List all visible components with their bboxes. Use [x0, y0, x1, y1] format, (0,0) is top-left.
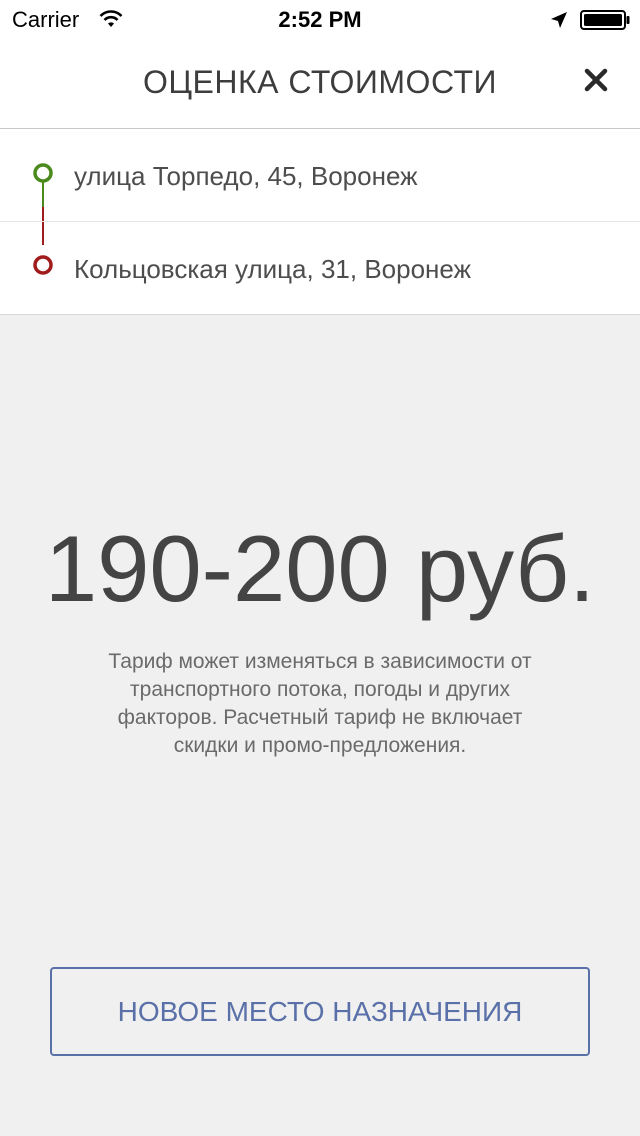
page-title: ОЦЕНКА СТОИМОСТИ: [142, 64, 498, 100]
fare-estimate: 190-200 руб.: [44, 516, 596, 621]
route-panel: улица Торпедо, 45, Воронеж Кольцовская у…: [0, 129, 640, 315]
destination-address: Кольцовская улица, 31, Воронеж: [74, 254, 471, 284]
battery-icon: [580, 10, 630, 30]
nav-bar: ОЦЕНКА СТОИМОСТИ: [0, 40, 640, 129]
new-destination-button[interactable]: НОВОЕ МЕСТО НАЗНАЧЕНИЯ: [50, 967, 590, 1056]
pickup-address-row[interactable]: улица Торпедо, 45, Воронеж: [0, 129, 640, 222]
fare-disclaimer: Тариф может изменяться в зависимости от …: [108, 650, 532, 757]
destination-address-row[interactable]: Кольцовская улица, 31, Воронеж: [0, 222, 640, 314]
location-arrow-icon: [551, 12, 567, 28]
close-icon[interactable]: [578, 62, 614, 98]
pickup-address: улица Торпедо, 45, Воронеж: [74, 161, 418, 191]
status-bar: Carrier 2:52 PM: [0, 0, 640, 40]
clock: 2:52 PM: [278, 7, 362, 32]
